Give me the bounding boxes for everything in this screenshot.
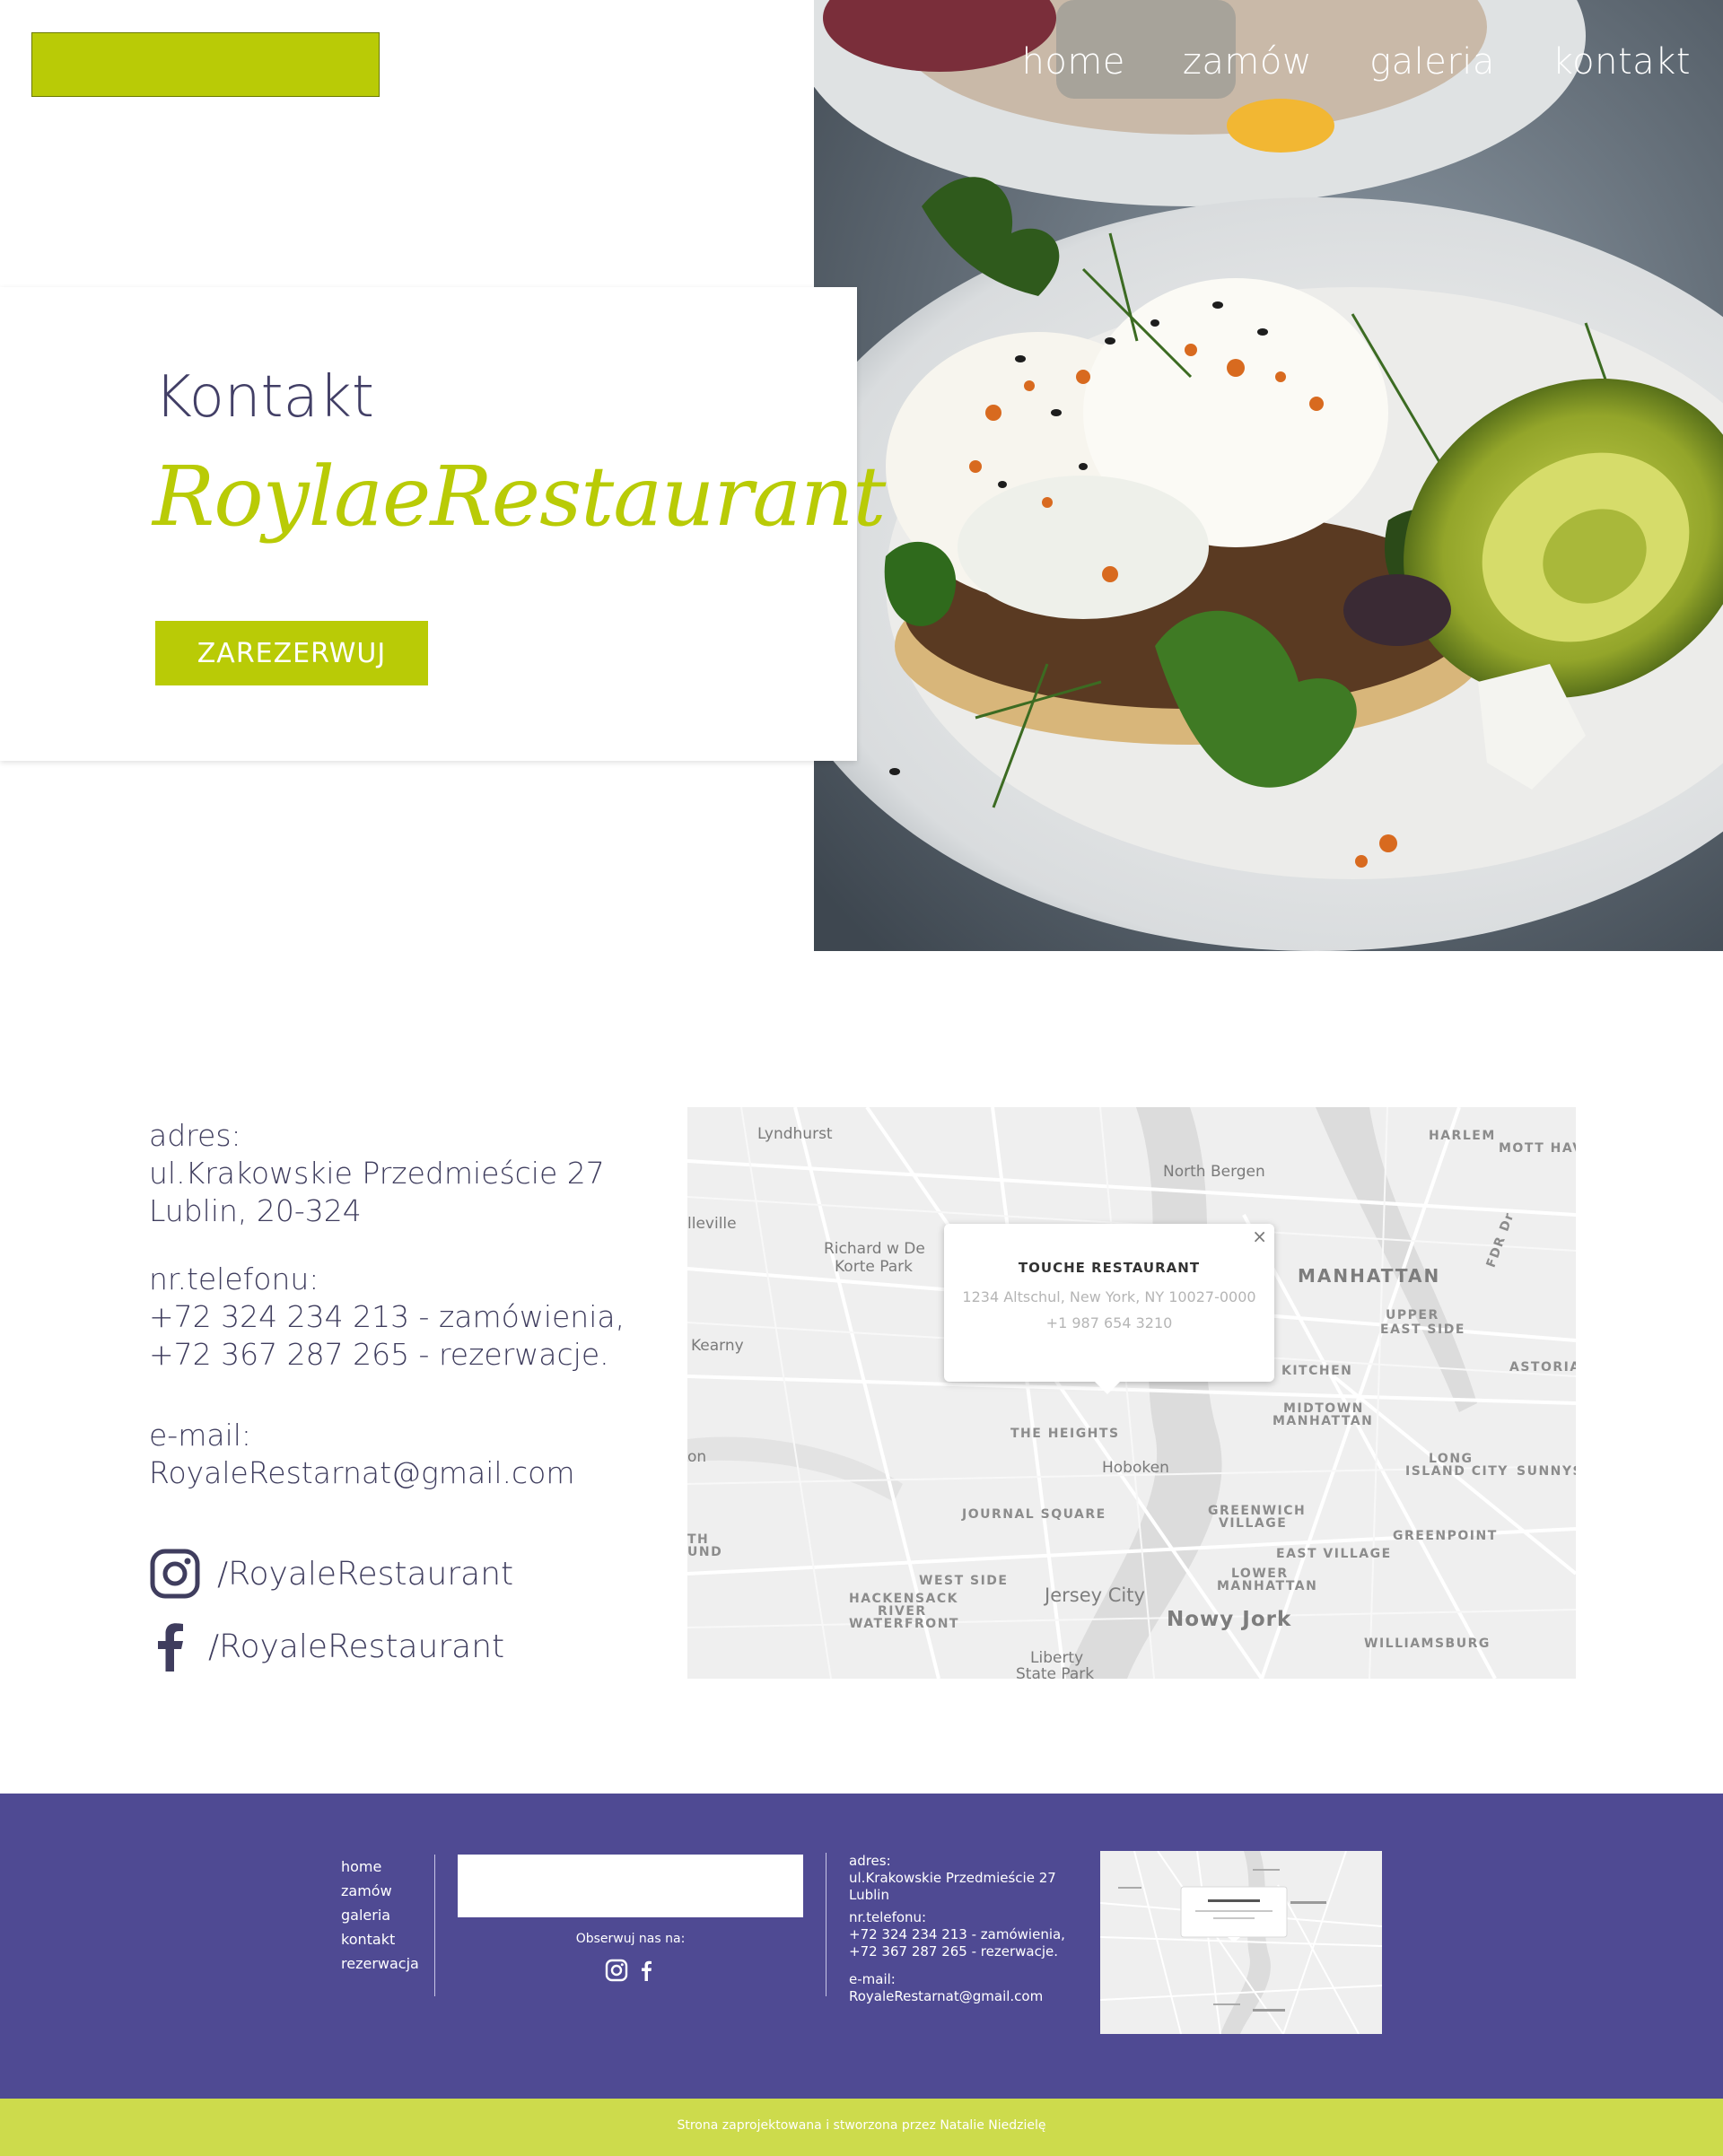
- facebook-handle: /RoyaleRestaurant: [208, 1628, 505, 1665]
- footer-phone-reservations[interactable]: +72 367 287 265 - rezerwacje.: [849, 1943, 1065, 1960]
- footer-link-reservation[interactable]: rezerwacja: [341, 1951, 419, 1976]
- email-link[interactable]: RoyaleRestarnat@gmail.com: [149, 1454, 575, 1492]
- facebook-icon[interactable]: [639, 1960, 653, 1985]
- page-title: Kontakt: [154, 364, 374, 431]
- instagram-icon[interactable]: [605, 1959, 628, 1986]
- instagram-icon: [149, 1548, 201, 1600]
- map-label: ASTORIA: [1509, 1360, 1576, 1375]
- footer: home zamów galeria kontakt rezerwacja Ob…: [0, 1794, 1723, 2099]
- map-label: ISLAND CITY: [1405, 1464, 1509, 1479]
- instagram-handle: /RoyaleRestaurant: [217, 1555, 514, 1593]
- map-label: WEST SIDE: [919, 1574, 1009, 1588]
- map-label: WATERFRONT: [849, 1617, 959, 1631]
- map-label: JOURNAL SQUARE: [962, 1507, 1106, 1522]
- nav-order-link[interactable]: zamów: [1183, 41, 1312, 83]
- logo-placeholder[interactable]: [31, 32, 380, 97]
- nav-gallery-link[interactable]: galeria: [1369, 41, 1495, 83]
- address-block: adres: ul.Krakowskie Przedmieście 27 Lub…: [149, 1117, 605, 1230]
- nav-home-link[interactable]: home: [1022, 41, 1125, 83]
- map-label: lleville: [687, 1215, 737, 1233]
- footer-email-link[interactable]: RoyaleRestarnat@gmail.com: [849, 1988, 1065, 2005]
- map-label: WILLIAMSBURG: [1364, 1637, 1491, 1651]
- phone-label: nr.telefonu:: [149, 1261, 319, 1296]
- footer-link-contact[interactable]: kontakt: [341, 1927, 419, 1951]
- close-icon[interactable]: ×: [1252, 1226, 1267, 1247]
- facebook-link[interactable]: /RoyaleRestaurant: [149, 1621, 504, 1672]
- map-label: State Park: [1016, 1665, 1095, 1679]
- credit-bar: Strona zaprojektowana i stworzona przez …: [0, 2099, 1723, 2156]
- map-info-popup: × TOUCHE RESTAURANT 1234 Altschul, New Y…: [944, 1224, 1274, 1394]
- map-label: Liberty: [1030, 1649, 1084, 1667]
- map-label: SUNNYSI: [1517, 1464, 1576, 1479]
- phone-block: nr.telefonu: +72 324 234 213 - zamówieni…: [149, 1261, 625, 1374]
- contact-info: adres: ul.Krakowskie Przedmieście 27 Lub…: [149, 1117, 652, 1691]
- map-label: Richard w De: [824, 1240, 925, 1258]
- map-label: MANHATTAN: [1217, 1579, 1318, 1593]
- map-label: Kearny: [691, 1337, 744, 1355]
- footer-phone-orders[interactable]: +72 324 234 213 - zamówienia,: [849, 1926, 1065, 1943]
- address-label: adres:: [149, 1118, 241, 1153]
- facebook-icon: [149, 1621, 192, 1672]
- address-line-1: ul.Krakowskie Przedmieście 27: [149, 1156, 605, 1191]
- popup-address: 1234 Altschul, New York, NY 10027-0000: [962, 1288, 1256, 1305]
- hero-food-photo: [814, 0, 1723, 951]
- main-nav: home zamów galeria kontakt: [1022, 41, 1692, 83]
- footer-link-home[interactable]: home: [341, 1855, 419, 1879]
- map-label: UPPER: [1386, 1308, 1439, 1322]
- map-label: Korte Park: [835, 1258, 913, 1276]
- map-label: MANHATTAN: [1298, 1265, 1441, 1287]
- map-label: HARLEM: [1429, 1129, 1496, 1143]
- map-label: MOTT HAVE: [1499, 1141, 1576, 1156]
- email-label: e-mail:: [149, 1418, 252, 1453]
- email-block: e-mail: RoyaleRestarnat@gmail.com: [149, 1417, 575, 1492]
- map-label: Jersey City: [1045, 1584, 1145, 1606]
- map-label: EAST VILLAGE: [1276, 1547, 1392, 1561]
- address-line-2: Lublin, 20-324: [149, 1193, 362, 1228]
- follow-label: Obserwuj nas na:: [575, 1932, 686, 1946]
- footer-link-order[interactable]: zamów: [341, 1879, 419, 1903]
- map-label: GREENPOINT: [1393, 1529, 1498, 1543]
- map-label: UND: [687, 1545, 723, 1559]
- footer-link-gallery[interactable]: galeria: [341, 1903, 419, 1927]
- footer-divider: [826, 1853, 827, 1996]
- footer-address-line-1: ul.Krakowskie Przedmieście 27: [849, 1870, 1056, 1886]
- phone-orders[interactable]: +72 324 234 213 - zamówienia,: [149, 1298, 625, 1336]
- popup-phone: +1 987 654 3210: [1045, 1314, 1173, 1331]
- popup-title: TOUCHE RESTAURANT: [1018, 1260, 1201, 1276]
- map-label: Nowy Jork: [1167, 1608, 1292, 1631]
- phone-reservations[interactable]: +72 367 287 265 - rezerwacje.: [149, 1336, 625, 1374]
- brand-name: RoylaeRestaurant: [153, 449, 886, 545]
- location-map[interactable]: Lyndhurst North Bergen HARLEM MOTT HAVE …: [687, 1107, 1576, 1679]
- map-label: Lyndhurst: [757, 1125, 833, 1143]
- footer-phone-label: nr.telefonu:: [849, 1909, 927, 1925]
- footer-address-line-2: Lublin: [849, 1887, 889, 1903]
- footer-contact-info: adres: ul.Krakowskie Przedmieście 27 Lub…: [849, 1853, 1065, 2005]
- map-label: VILLAGE: [1219, 1516, 1288, 1531]
- map-label: Hoboken: [1102, 1459, 1169, 1477]
- credit-text: Strona zaprojektowana i stworzona przez …: [677, 2118, 1046, 2133]
- footer-nav: home zamów galeria kontakt rezerwacja: [341, 1855, 419, 1976]
- footer-social-icons: [605, 1959, 653, 1986]
- instagram-link[interactable]: /RoyaleRestaurant: [149, 1548, 513, 1600]
- map-label: MANHATTAN: [1273, 1414, 1374, 1428]
- map-label: EAST SIDE: [1380, 1322, 1465, 1337]
- map-label: THE HEIGHTS: [1010, 1427, 1120, 1441]
- footer-divider: [434, 1855, 435, 1996]
- footer-email-label: e-mail:: [849, 1971, 896, 1987]
- nav-contact-link[interactable]: kontakt: [1552, 41, 1691, 83]
- footer-logo-placeholder[interactable]: [458, 1855, 803, 1917]
- map-label: on: [687, 1448, 707, 1466]
- hero-card: Kontakt RoylaeRestaurant ZAREZERWUJ: [0, 287, 886, 761]
- footer-address-label: adres:: [849, 1853, 891, 1869]
- map-label: North Bergen: [1163, 1163, 1265, 1181]
- reserve-button[interactable]: ZAREZERWUJ: [155, 621, 428, 685]
- map-label: KITCHEN: [1281, 1364, 1353, 1378]
- footer-map-thumbnail[interactable]: [1100, 1851, 1382, 2034]
